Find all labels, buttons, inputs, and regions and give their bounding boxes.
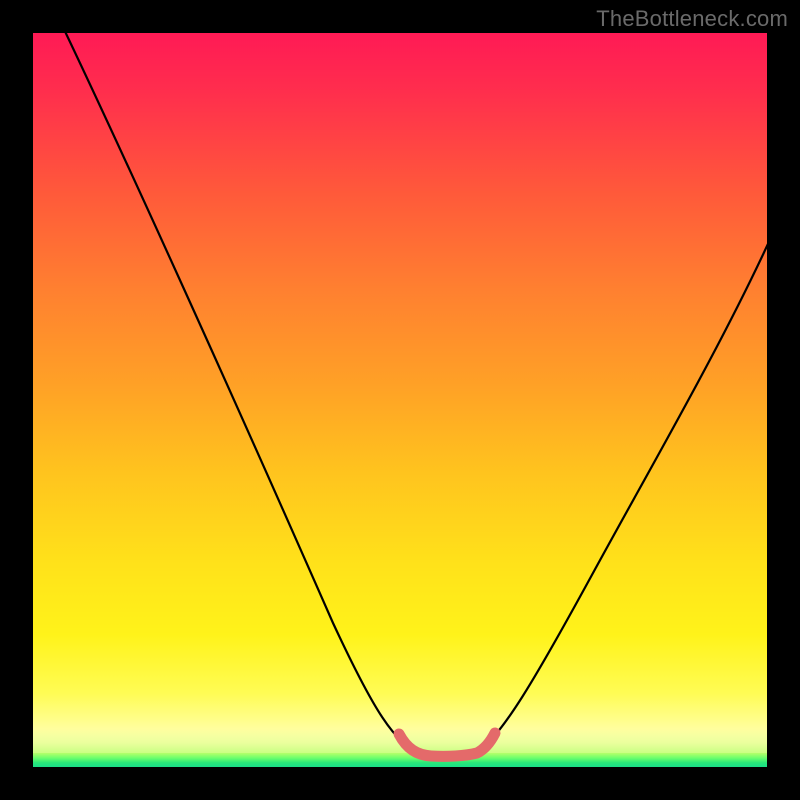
watermark-text: TheBottleneck.com — [596, 6, 788, 32]
chart-frame: TheBottleneck.com — [0, 0, 800, 800]
optimal-zone-highlight — [399, 733, 495, 756]
curve-svg — [33, 33, 767, 767]
bottleneck-curve — [61, 33, 767, 754]
plot-area — [33, 33, 767, 767]
